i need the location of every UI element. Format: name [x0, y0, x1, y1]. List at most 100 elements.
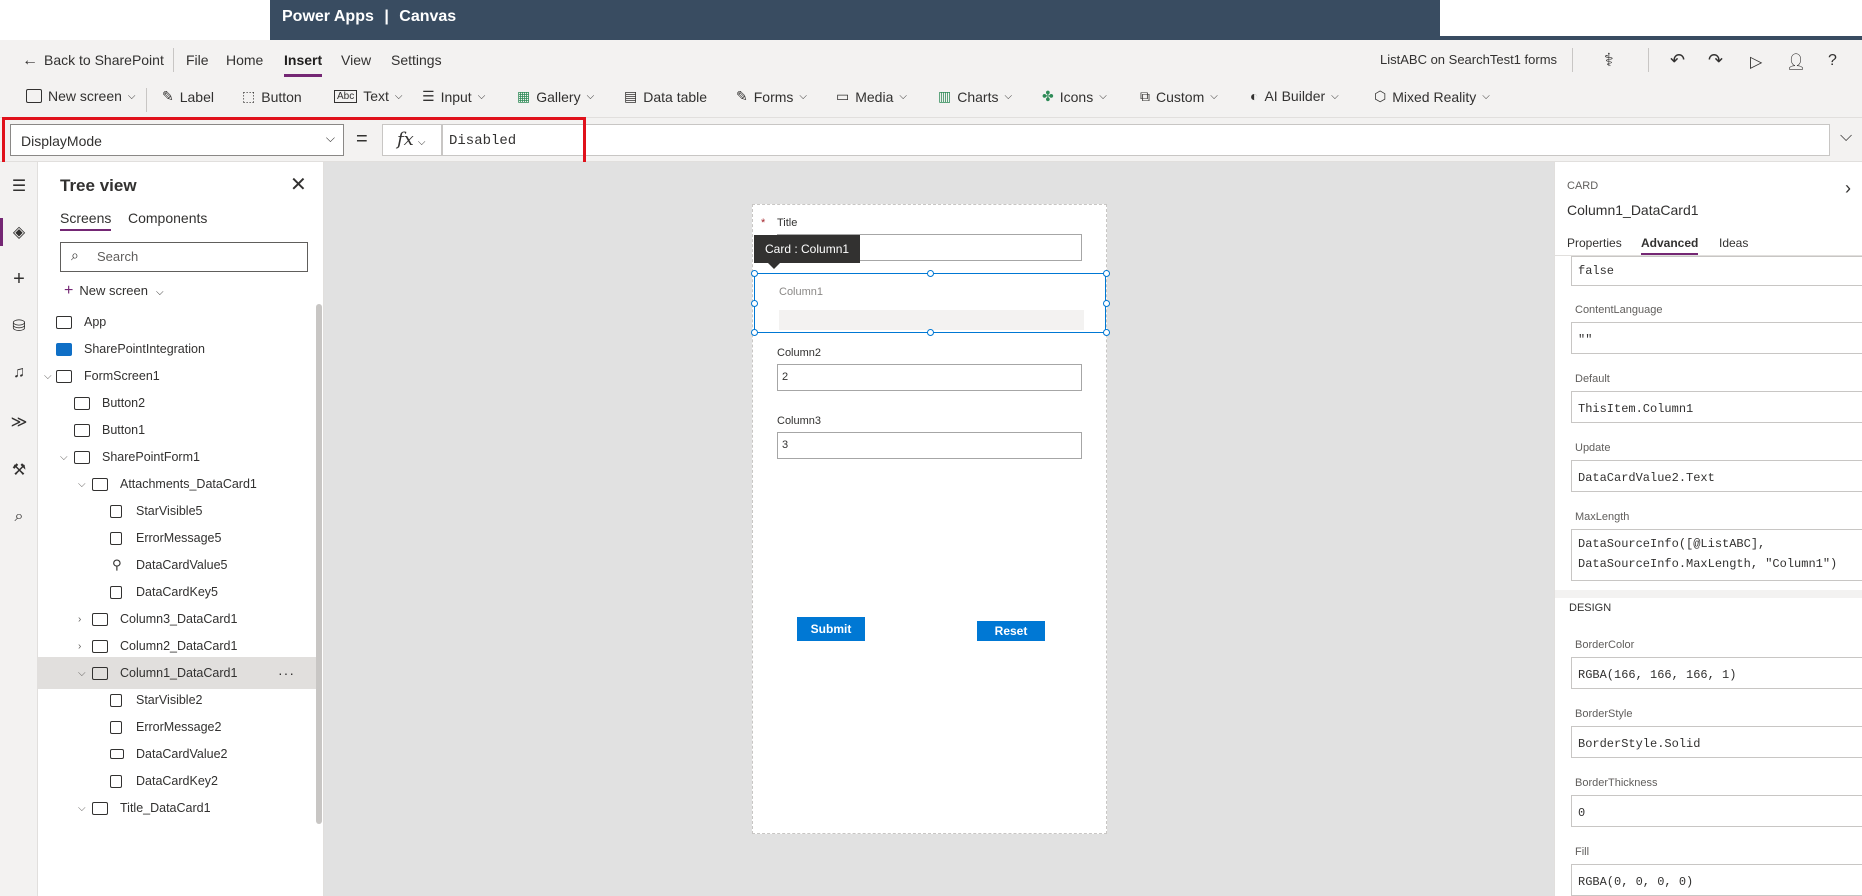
menu-insert[interactable]: Insert [284, 52, 323, 77]
active-rail-indicator [0, 218, 3, 246]
chevron-down-icon[interactable]: ⌵ [78, 479, 86, 490]
help-icon[interactable]: ? [1828, 52, 1837, 70]
menu-file[interactable]: File [186, 52, 209, 68]
prop-value-borderstyle[interactable]: BorderStyle.Solid [1571, 726, 1862, 758]
resize-handle[interactable] [751, 270, 758, 277]
chevron-down-icon: ⌵ [1331, 90, 1339, 102]
ribbon-charts[interactable]: ▥ Charts ⌵ [938, 88, 1012, 105]
title-bar: Power Apps | Canvas [0, 0, 1862, 40]
media-icon[interactable]: ♫ [9, 364, 29, 384]
app-checker-icon[interactable]: ⚕ [1604, 50, 1614, 71]
icons-icon: ✤ [1042, 88, 1054, 104]
resize-handle[interactable] [927, 329, 934, 336]
menu-home[interactable]: Home [226, 52, 263, 68]
card-icon [92, 666, 108, 680]
database-icon[interactable]: ⛁ [9, 316, 29, 336]
ribbon-new-screen[interactable]: New screen ⌵ [26, 88, 136, 104]
ribbon-media[interactable]: ▭ Media ⌵ [836, 88, 907, 105]
ribbon-forms[interactable]: ✎ Forms ⌵ [736, 88, 807, 105]
tab-components[interactable]: Components [128, 210, 207, 226]
menu-view[interactable]: View [341, 52, 371, 68]
chevron-down-icon[interactable]: ⌵ [78, 803, 86, 814]
resize-handle[interactable] [1103, 270, 1110, 277]
search-icon[interactable]: ⌕ [9, 508, 29, 528]
column1-field-input[interactable] [779, 310, 1084, 330]
menu-settings[interactable]: Settings [391, 52, 442, 68]
preview-play-icon[interactable]: ▷ [1750, 52, 1762, 72]
design-canvas: * Title Card : Column1 Column1 Column2 2… [324, 162, 1554, 896]
close-icon[interactable]: ✕ [290, 172, 307, 197]
prop-value-bordercolor[interactable]: RGBA(166, 166, 166, 1) [1571, 657, 1862, 689]
prop-label-borderstyle: BorderStyle [1575, 708, 1633, 720]
resize-handle[interactable] [751, 300, 758, 307]
divider [1648, 48, 1649, 72]
gallery-icon: ▦ [517, 88, 531, 104]
share-user-icon[interactable]: 👤︎ [1786, 52, 1806, 72]
menu-bar: ← Back to SharePoint File Home Insert Vie… [0, 40, 1862, 80]
column3-field-input[interactable]: 3 [777, 432, 1082, 459]
resize-handle[interactable] [1103, 300, 1110, 307]
ribbon-data-table[interactable]: ▤ Data table [624, 88, 707, 105]
label-edit-icon [110, 504, 122, 518]
title-blank-left [0, 0, 270, 40]
prop-value-maxlength[interactable]: DataSourceInfo([@ListABC], DataSourceInf… [1571, 529, 1862, 581]
tab-screens[interactable]: Screens [60, 210, 112, 231]
chevron-down-icon[interactable]: ⌵ [44, 371, 52, 382]
submit-button[interactable]: Submit [797, 617, 865, 641]
chevron-right-icon[interactable]: › [1845, 178, 1851, 199]
tree-item-title-datacard1[interactable]: ⌵ Title_DataCard1 [38, 792, 316, 824]
prop-value-top[interactable]: false [1571, 256, 1862, 286]
expand-formula-icon[interactable]: ⌵ [1840, 128, 1852, 146]
resize-handle[interactable] [927, 270, 934, 277]
layers-tree-icon[interactable]: ◈ [9, 222, 29, 242]
prop-label-bordercolor: BorderColor [1575, 639, 1635, 651]
ribbon-mixed-reality[interactable]: ⬡ Mixed Reality ⌵ [1374, 88, 1490, 105]
resize-handle[interactable] [1103, 329, 1110, 336]
power-automate-icon[interactable]: ≫ [9, 412, 29, 432]
ribbon-input[interactable]: ☰ Input ⌵ [422, 88, 485, 105]
chevron-right-icon[interactable]: › [78, 641, 81, 652]
chevron-down-icon: ⌵ [477, 91, 486, 102]
column3-field-label: Column3 [777, 415, 822, 427]
advanced-tools-icon[interactable]: ⚒ [9, 460, 29, 480]
tree-search-input[interactable]: ⌕ Search [60, 242, 308, 272]
prop-value-fill[interactable]: RGBA(0, 0, 0, 0) [1571, 864, 1862, 896]
card-icon [92, 639, 108, 653]
formula-input[interactable]: Disabled [442, 124, 1830, 156]
plus-insert-icon[interactable]: + [9, 268, 29, 290]
text-icon: Abc [334, 89, 358, 103]
reset-button[interactable]: Reset [977, 621, 1045, 641]
chevron-down-icon[interactable]: ⌵ [78, 668, 86, 679]
ribbon-icons[interactable]: ✤ Icons ⌵ [1042, 88, 1107, 105]
back-to-sharepoint-button[interactable]: ← Back to SharePoint [22, 52, 164, 70]
tab-advanced[interactable]: Advanced [1641, 236, 1699, 255]
new-screen-button[interactable]: + New screen ⌵ [64, 282, 164, 300]
prop-value-update[interactable]: DataCardValue2.Text [1571, 460, 1862, 492]
chevron-down-icon[interactable]: ⌵ [60, 452, 68, 463]
ribbon-label[interactable]: ✎ Label [162, 88, 214, 105]
ribbon-text[interactable]: Abc Text ⌵ [334, 88, 403, 104]
prop-value-contentlanguage[interactable]: "" [1571, 322, 1862, 354]
tab-ideas[interactable]: Ideas [1719, 236, 1748, 250]
redo-icon[interactable]: ↷ [1708, 50, 1723, 71]
ribbon-ai-builder[interactable]: ◐ AI Builder ⌵ [1250, 88, 1339, 104]
ribbon-button[interactable]: ⬚ Button [242, 88, 302, 105]
tab-properties[interactable]: Properties [1567, 236, 1622, 250]
divider [173, 48, 174, 72]
resize-handle[interactable] [751, 329, 758, 336]
chevron-down-icon: ⌵ [799, 91, 807, 102]
column2-field-input[interactable]: 2 [777, 364, 1082, 391]
prop-value-default[interactable]: ThisItem.Column1 [1571, 391, 1862, 423]
tree-view-title: Tree view [60, 176, 137, 195]
tree-scrollbar[interactable] [316, 304, 322, 824]
hamburger-menu-icon[interactable]: ☰ [9, 176, 29, 196]
app-icon [56, 315, 72, 329]
chevron-right-icon[interactable]: › [78, 614, 81, 625]
selected-card-column1[interactable]: Column1 [751, 270, 1110, 336]
form-screen-preview[interactable]: * Title Card : Column1 Column1 Column2 2… [751, 204, 1110, 834]
ribbon-gallery[interactable]: ▦ Gallery ⌵ [517, 88, 594, 105]
prop-value-borderthickness[interactable]: 0 [1571, 795, 1862, 827]
more-options-icon[interactable]: ··· [278, 665, 295, 681]
undo-icon[interactable]: ↶ [1670, 50, 1685, 71]
ribbon-custom[interactable]: ⧉ Custom ⌵ [1140, 88, 1218, 105]
